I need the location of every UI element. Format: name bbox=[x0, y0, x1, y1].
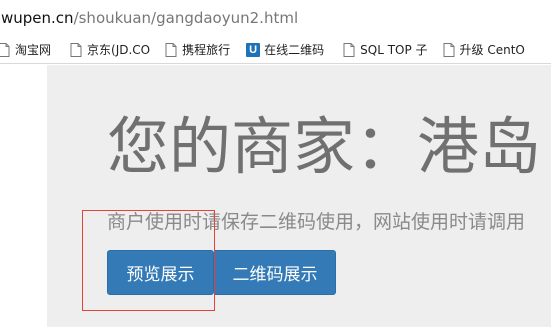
document-icon bbox=[164, 42, 178, 57]
bookmark-sql-top[interactable]: SQL TOP 子 bbox=[342, 39, 431, 61]
bookmark-label: 京东(JD.CO bbox=[87, 43, 151, 57]
bookmark-label: 升级 CentO bbox=[459, 43, 525, 57]
bookmark-jd[interactable]: 京东(JD.CO bbox=[69, 39, 154, 61]
bookmark-label: 淘宝网 bbox=[15, 43, 52, 57]
url-path: /shoukuan/gangdaoyun2.html bbox=[73, 9, 299, 27]
merchant-headline: 您的商家：港岛 bbox=[107, 110, 542, 183]
qrcode-display-button[interactable]: 二维码展示 bbox=[214, 250, 336, 295]
bookmark-ctrip[interactable]: 携程旅行 bbox=[164, 39, 234, 61]
usage-instructions: 商户使用时请保存二维码使用，网站使用时请调用 bbox=[107, 211, 526, 233]
jumbotron: 您的商家：港岛 商户使用时请保存二维码使用，网站使用时请调用 预览展示 二维码展… bbox=[47, 65, 551, 327]
document-icon bbox=[69, 42, 83, 57]
bookmark-qrcode-online[interactable]: U 在线二维码 bbox=[246, 39, 328, 61]
bookmark-taobao[interactable]: 淘宝网 bbox=[0, 39, 55, 61]
bookmark-centos[interactable]: 升级 CentO bbox=[442, 39, 529, 61]
bookmark-label: SQL TOP 子 bbox=[360, 43, 428, 57]
address-bar[interactable]: wupen.cn/shoukuan/gangdaoyun2.html bbox=[0, 0, 551, 36]
bookmark-label: 在线二维码 bbox=[264, 43, 325, 57]
document-icon bbox=[442, 42, 456, 57]
bookmark-label: 携程旅行 bbox=[182, 43, 231, 57]
u-logo-icon: U bbox=[246, 42, 261, 57]
document-icon bbox=[0, 42, 11, 57]
preview-button[interactable]: 预览展示 bbox=[107, 250, 214, 295]
page-content: 您的商家：港岛 商户使用时请保存二维码使用，网站使用时请调用 预览展示 二维码展… bbox=[0, 65, 551, 327]
bookmarks-bar: 淘宝网 京东(JD.CO 携程旅行 U 在线二维码 SQL TOP 子 升级 C… bbox=[0, 36, 551, 64]
url-host: wupen.cn bbox=[1, 9, 74, 27]
document-icon bbox=[342, 42, 356, 57]
